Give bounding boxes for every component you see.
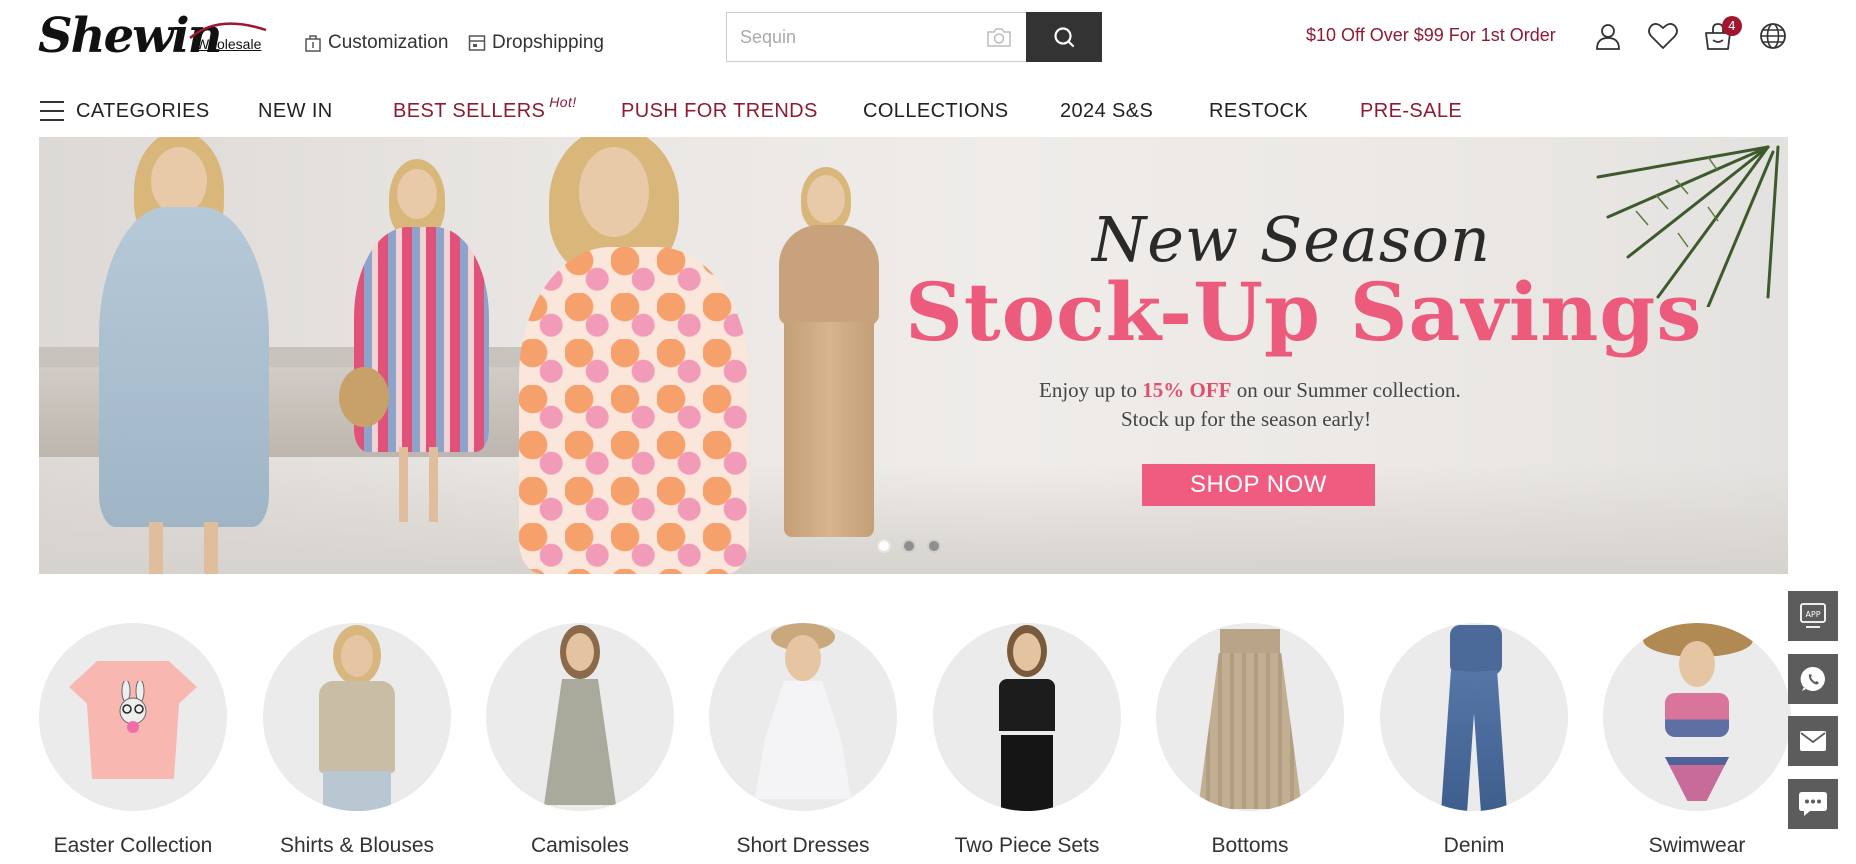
banner-subtitle-line1: Enjoy up to 15% OFF on our Summer collec… xyxy=(1039,378,1461,403)
banner-subtitle-suffix: on our Summer collection. xyxy=(1236,378,1461,402)
nav-collections[interactable]: COLLECTIONS xyxy=(863,100,1009,123)
wishlist-heart-icon xyxy=(1648,23,1678,49)
camera-search-icon[interactable] xyxy=(986,26,1012,48)
category-label: Bottoms xyxy=(1211,834,1289,857)
category-label: Shirts & Blouses xyxy=(279,834,435,857)
category-image xyxy=(1380,623,1568,811)
shop-now-button[interactable]: SHOP NOW xyxy=(1142,464,1375,506)
nav-categories[interactable]: CATEGORIES xyxy=(76,100,210,123)
dropshipping-label: Dropshipping xyxy=(492,32,604,53)
wishlist-button[interactable] xyxy=(1647,20,1679,52)
customization-icon xyxy=(305,35,321,52)
category-label: Short Dresses xyxy=(736,834,870,857)
app-download-icon: APP xyxy=(1800,603,1826,628)
category-short-dresses[interactable]: Short Dresses xyxy=(709,623,897,858)
nav-2024-ss[interactable]: 2024 S&S xyxy=(1060,100,1153,123)
nav-pre-sale[interactable]: PRE-SALE xyxy=(1360,100,1462,123)
site-header: Shewin Wholesale Customization Dropshipp… xyxy=(0,0,1856,75)
category-image xyxy=(263,623,451,811)
category-image xyxy=(933,623,1121,811)
banner-subtitle-line2: Stock up for the season early! xyxy=(1121,407,1372,431)
carousel-dot-3[interactable] xyxy=(927,539,941,553)
email-icon xyxy=(1800,731,1826,751)
nav-restock[interactable]: RESTOCK xyxy=(1209,100,1308,123)
banner-title-line2: Stock-Up Savings xyxy=(905,265,1703,359)
nav-best-sellers[interactable]: BEST SELLERS Hot! xyxy=(393,94,577,123)
dropshipping-icon xyxy=(468,35,486,51)
category-image xyxy=(1156,623,1344,811)
category-label: Easter Collection xyxy=(53,834,213,857)
category-easter-collection[interactable]: Easter Collection xyxy=(39,623,227,858)
category-image xyxy=(709,623,897,811)
banner-subtitle-prefix: Enjoy up to xyxy=(1039,378,1137,402)
category-denim[interactable]: Denim xyxy=(1380,623,1568,858)
carousel-dot-1[interactable] xyxy=(877,539,891,553)
hot-tag: Hot! xyxy=(549,94,577,110)
customization-label: Customization xyxy=(328,32,449,53)
nav-push-for-trends[interactable]: PUSH FOR TRENDS xyxy=(621,100,818,123)
search-input[interactable] xyxy=(727,13,1026,61)
category-image xyxy=(39,623,227,811)
category-label: Denim xyxy=(1443,834,1505,857)
hero-banner[interactable]: New Season Stock-Up Savings Enjoy up to … xyxy=(39,137,1788,574)
whatsapp-button[interactable] xyxy=(1788,654,1838,704)
search-icon xyxy=(1054,27,1075,48)
whatsapp-icon xyxy=(1800,666,1825,691)
carousel-dot-2[interactable] xyxy=(902,539,916,553)
category-row: Easter Collection Shirts & Blouses Camis… xyxy=(39,623,1791,863)
customization-link[interactable]: Customization xyxy=(304,32,448,54)
app-label: APP xyxy=(1805,610,1820,619)
category-image xyxy=(1603,623,1791,811)
account-icon xyxy=(1596,24,1620,50)
account-button[interactable] xyxy=(1592,20,1624,52)
site-logo[interactable]: Shewin Wholesale xyxy=(38,8,268,64)
language-globe-icon xyxy=(1760,23,1786,49)
live-chat-button[interactable] xyxy=(1788,779,1838,829)
category-label: Camisoles xyxy=(530,834,630,857)
carousel-dots xyxy=(877,539,941,553)
category-bottoms[interactable]: Bottoms xyxy=(1156,623,1344,858)
language-button[interactable] xyxy=(1757,20,1789,52)
search-button[interactable] xyxy=(1026,12,1102,62)
dropshipping-link[interactable]: Dropshipping xyxy=(468,32,604,54)
category-camisoles[interactable]: Camisoles xyxy=(486,623,674,858)
email-button[interactable] xyxy=(1788,716,1838,766)
category-image xyxy=(486,623,674,811)
cart-button[interactable]: 4 xyxy=(1702,16,1742,52)
category-two-piece-sets[interactable]: Two Piece Sets xyxy=(933,623,1121,858)
first-order-promo-link[interactable]: $10 Off Over $99 For 1st Order xyxy=(1306,25,1556,46)
banner-discount-highlight: 15% OFF xyxy=(1142,378,1232,402)
category-shirts-blouses[interactable]: Shirts & Blouses xyxy=(263,623,451,858)
app-download-button[interactable]: APP xyxy=(1788,591,1838,641)
category-swimwear[interactable]: Swimwear xyxy=(1603,623,1791,858)
search-box xyxy=(726,12,1026,62)
nav-best-sellers-label: BEST SELLERS xyxy=(393,100,546,122)
nav-new-in[interactable]: NEW IN xyxy=(258,100,333,123)
search-bar xyxy=(726,12,1102,62)
cart-count-badge: 4 xyxy=(1722,16,1742,36)
banner-floor xyxy=(39,464,1788,574)
category-label: Two Piece Sets xyxy=(954,834,1100,857)
main-nav: CATEGORIES NEW IN BEST SELLERS Hot! PUSH … xyxy=(0,88,1856,136)
chat-icon xyxy=(1799,792,1827,816)
category-label: Swimwear xyxy=(1648,834,1746,857)
logo-subtitle: Wholesale xyxy=(196,36,262,52)
bunny-graphic-icon xyxy=(119,681,147,733)
